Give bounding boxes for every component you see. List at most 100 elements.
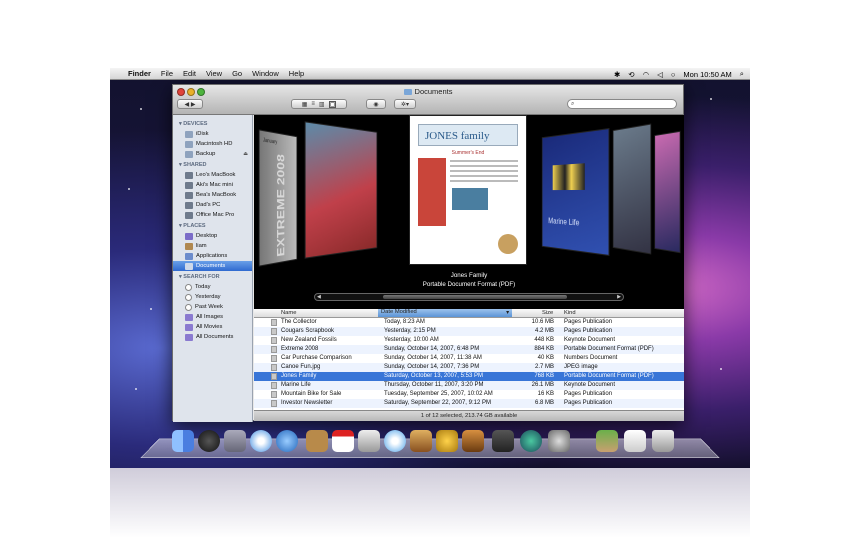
- sidebar-item-all-documents[interactable]: All Documents: [173, 332, 252, 342]
- column-header-size[interactable]: Size: [542, 310, 553, 316]
- sidebar-item-leos-macbook[interactable]: Leo's MacBook: [173, 170, 252, 180]
- menu-view[interactable]: View: [206, 69, 222, 78]
- sidebar-item-label: Past Week: [195, 304, 223, 310]
- menu-clock[interactable]: Mon 10:50 AM: [683, 70, 731, 79]
- back-arrow-icon[interactable]: ◀: [185, 101, 190, 108]
- table-row[interactable]: Mountain Bike for Sale Tuesday, September…: [254, 390, 684, 399]
- itunes-icon[interactable]: [384, 430, 406, 452]
- cover-flow-scrollbar[interactable]: ◀ ▶: [314, 293, 624, 301]
- table-row[interactable]: Cougars Scrapbook Yesterday, 2:15 PM 4.2 M…: [254, 327, 684, 336]
- system-preferences-icon[interactable]: [548, 430, 570, 452]
- cover-next-document[interactable]: [612, 123, 652, 255]
- bluetooth-icon[interactable]: ✱: [614, 70, 620, 79]
- status-bar: 1 of 12 selected, 213.74 GB available: [254, 410, 684, 421]
- cover-jones-family[interactable]: JONES family Summer's End: [409, 115, 527, 265]
- ical-icon[interactable]: [332, 430, 354, 452]
- table-row[interactable]: Investor Newsletter Saturday, September 2…: [254, 399, 684, 408]
- table-row[interactable]: Marine Life Thursday, October 11, 2007, 3…: [254, 381, 684, 390]
- table-row-selected[interactable]: Jones Family Saturday, October 13, 2007, …: [254, 372, 684, 381]
- sidebar-item-documents[interactable]: Documents: [173, 261, 252, 271]
- finder-icon[interactable]: [172, 430, 194, 452]
- safari-icon[interactable]: [250, 430, 272, 452]
- menu-app-finder[interactable]: Finder: [128, 69, 151, 78]
- sidebar-item-macintosh-hd[interactable]: Macintosh HD: [173, 139, 252, 149]
- cover-flow-scroll-thumb[interactable]: [383, 295, 567, 299]
- ichat-status-icon[interactable]: ○: [671, 70, 676, 79]
- spotlight-icon[interactable]: ⌕: [740, 69, 744, 79]
- table-row[interactable]: New Zealand Fossils Yesterday, 10:00 AM 44…: [254, 336, 684, 345]
- timemachine-menu-icon[interactable]: ⟲: [628, 70, 634, 79]
- hard-drive-icon: [185, 140, 193, 148]
- sidebar-item-desktop[interactable]: Desktop: [173, 231, 252, 241]
- view-mode-buttons[interactable]: ▦ ≡ ▥ ▣: [291, 99, 347, 109]
- pictures-stack-icon[interactable]: [596, 430, 618, 452]
- time-machine-icon[interactable]: [520, 430, 542, 452]
- action-menu-button[interactable]: ✲▾: [394, 99, 416, 109]
- file-kind: Pages Publication: [564, 319, 613, 325]
- sidebar-item-dads-pc[interactable]: Dad's PC: [173, 200, 252, 210]
- preview-icon[interactable]: [358, 430, 380, 452]
- cover-canoe-fun[interactable]: [304, 121, 378, 259]
- menu-edit[interactable]: Edit: [183, 69, 196, 78]
- sidebar-item-backup[interactable]: Backup ⏏: [173, 149, 252, 159]
- sidebar-item-beas-macbook[interactable]: Bea's MacBook: [173, 190, 252, 200]
- mail-icon[interactable]: [224, 430, 246, 452]
- column-header-date-modified[interactable]: Date Modified ▾: [378, 309, 512, 317]
- column-header-name[interactable]: Name: [281, 310, 296, 316]
- star: [720, 368, 722, 370]
- table-row[interactable]: Extreme 2008 Sunday, October 14, 2007, 6:…: [254, 345, 684, 354]
- search-field[interactable]: ⌕: [567, 99, 677, 109]
- sidebar-item-office-mac-pro[interactable]: Office Mac Pro: [173, 210, 252, 220]
- spaces-icon[interactable]: [492, 430, 514, 452]
- menu-window[interactable]: Window: [252, 69, 279, 78]
- sidebar-item-past-week[interactable]: Past Week: [173, 302, 252, 312]
- table-row[interactable]: The Collector Today, 8:23 AM 10.6 MB Pages …: [254, 318, 684, 327]
- scroll-left-icon[interactable]: ◀: [317, 294, 321, 300]
- cover-far-right[interactable]: [654, 130, 681, 254]
- sidebar: ▾ DEVICES iDisk Macintosh HD Backup ⏏ ▾ S…: [173, 115, 253, 422]
- iphoto-icon[interactable]: [410, 430, 432, 452]
- sidebar-item-today[interactable]: Today: [173, 282, 252, 292]
- applications-icon: [185, 252, 193, 260]
- menu-help[interactable]: Help: [289, 69, 304, 78]
- file-kind: Portable Document Format (PDF): [564, 346, 654, 352]
- garageband-icon[interactable]: [462, 430, 484, 452]
- column-header-kind[interactable]: Kind: [564, 310, 576, 316]
- forward-arrow-icon[interactable]: ▶: [191, 101, 196, 108]
- back-forward-buttons[interactable]: ◀ ▶: [177, 99, 203, 109]
- sidebar-item-yesterday[interactable]: Yesterday: [173, 292, 252, 302]
- scroll-right-icon[interactable]: ▶: [617, 294, 621, 300]
- icon-view-icon[interactable]: ▦: [302, 101, 308, 108]
- list-view-icon[interactable]: ≡: [311, 101, 315, 107]
- table-row[interactable]: Car Purchase Comparison Sunday, October 1…: [254, 354, 684, 363]
- table-row[interactable]: Canoe Fun.jpg Sunday, October 14, 2007, 7…: [254, 363, 684, 372]
- sidebar-item-all-images[interactable]: All Images: [173, 312, 252, 322]
- dashboard-icon[interactable]: [198, 430, 220, 452]
- file-date: Thursday, October 11, 2007, 3:20 PM: [384, 382, 484, 388]
- sidebar-item-liam[interactable]: liam: [173, 241, 252, 251]
- sidebar-item-applications[interactable]: Applications: [173, 251, 252, 261]
- documents-stack-icon[interactable]: [624, 430, 646, 452]
- menu-go[interactable]: Go: [232, 69, 242, 78]
- sidebar-item-akis-mac-mini[interactable]: Aki's Mac mini: [173, 180, 252, 190]
- trash-icon[interactable]: [652, 430, 674, 452]
- column-view-icon[interactable]: ▥: [319, 101, 325, 108]
- coverflow-view-icon[interactable]: ▣: [328, 100, 337, 108]
- sidebar-item-idisk[interactable]: iDisk: [173, 129, 252, 139]
- ichat-icon[interactable]: [276, 430, 298, 452]
- quick-look-button[interactable]: ◉: [366, 99, 386, 109]
- cover-marine-life[interactable]: Marine Life: [541, 127, 610, 257]
- cover-extreme-text: EXTREME 2008: [274, 153, 287, 258]
- sidebar-item-all-movies[interactable]: All Movies: [173, 322, 252, 332]
- imovie-icon[interactable]: [436, 430, 458, 452]
- volume-icon[interactable]: ◁: [657, 70, 663, 79]
- sidebar-item-label: liam: [196, 243, 207, 249]
- cover-jones-title: JONES family: [418, 124, 518, 146]
- wifi-icon[interactable]: ◠: [643, 70, 650, 79]
- menu-file[interactable]: File: [161, 69, 173, 78]
- sidebar-item-label: Bea's MacBook: [196, 192, 237, 198]
- cover-extreme-2008[interactable]: January EXTREME 2008: [258, 129, 298, 267]
- cover-flow[interactable]: January EXTREME 2008 JONES family Summer…: [254, 115, 684, 309]
- address-book-icon[interactable]: [306, 430, 328, 452]
- eject-icon[interactable]: ⏏: [243, 151, 248, 157]
